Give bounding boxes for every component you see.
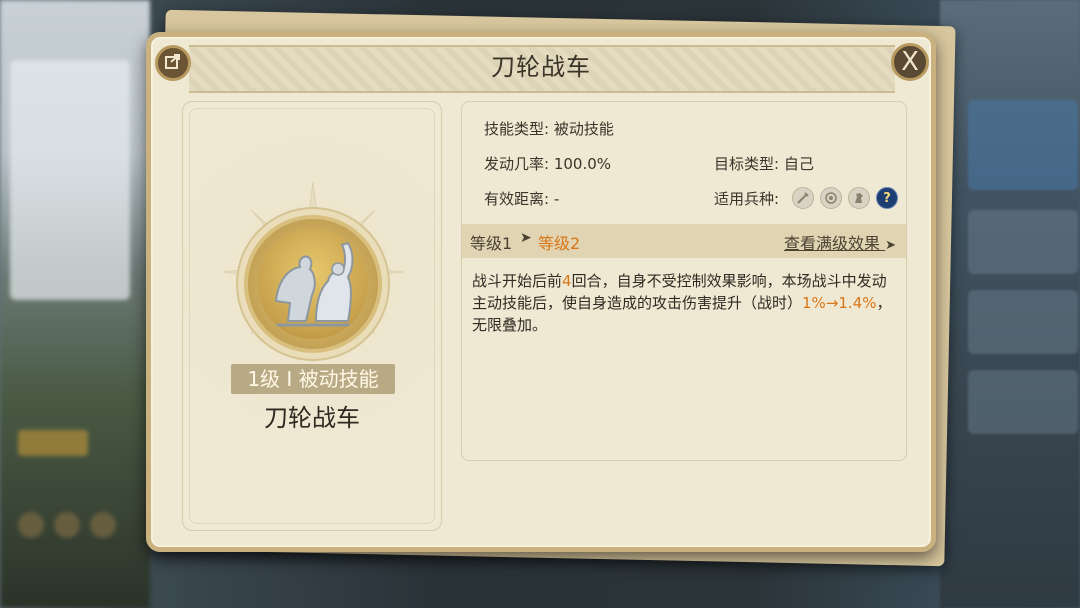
background-right <box>940 0 1080 608</box>
trigger-rate-row: 发动几率: 100.0% <box>484 153 611 174</box>
background-blue-block <box>968 100 1078 190</box>
skill-name: 刀轮战车 <box>264 404 360 432</box>
background-block <box>968 210 1078 274</box>
close-button[interactable]: X <box>891 43 929 81</box>
description-highlight-value: 1%→1.4% <box>802 294 877 312</box>
target-type-label: 目标类型: <box>714 155 780 173</box>
background-block <box>968 370 1078 434</box>
level-arrow-icon: ➤ <box>520 230 532 246</box>
sword-troop-icon[interactable] <box>792 187 814 209</box>
close-icon: X <box>901 47 919 77</box>
view-max-level-label: 查看满级效果 <box>783 234 880 253</box>
unknown-troop-icon[interactable]: ? <box>876 187 898 209</box>
target-type-value: 自己 <box>783 155 814 173</box>
dialog-title: 刀轮战车 <box>491 53 591 81</box>
background-gold-plate <box>18 430 88 456</box>
skill-type-row: 技能类型: 被动技能 <box>484 118 614 139</box>
trigger-rate-value: 100.0% <box>553 155 612 173</box>
skill-description: 战斗开始后前4回合，自身不受控制效果影响，本场战斗中发动主动技能后，使自身造成的… <box>472 270 892 336</box>
view-max-level-link[interactable]: 查看满级效果 ➤ <box>784 230 896 254</box>
target-type-row: 目标类型: 自己 <box>714 153 814 174</box>
background-block <box>968 290 1078 354</box>
background-left <box>0 0 150 608</box>
background-banner <box>10 60 130 300</box>
range-value: - <box>553 190 560 208</box>
skill-type-label: 技能类型: <box>484 120 550 138</box>
troop-types-row: 适用兵种: <box>714 188 779 209</box>
skill-dialog: 刀轮战车 X 1级 I 被动技能 刀轮战车 技能类型: 被动技能 发动几率: 1… <box>146 32 936 552</box>
troop-types-label: 适用兵种: <box>714 190 780 208</box>
chariot-warrior-icon <box>258 229 368 339</box>
level-next[interactable]: 等级2 <box>538 230 580 254</box>
skill-type-value: 被动技能 <box>553 120 614 138</box>
range-row: 有效距离: - <box>484 188 559 209</box>
cavalry-troop-icon[interactable] <box>848 187 870 209</box>
trigger-rate-label: 发动几率: <box>484 155 550 173</box>
range-label: 有效距离: <box>484 190 550 208</box>
description-highlight-rounds: 4 <box>562 272 572 290</box>
skill-level-type-badge: 1级 I 被动技能 <box>231 364 395 394</box>
view-max-arrow-icon: ➤ <box>885 238 896 253</box>
level-bar: 等级1 ➤ 等级2 查看满级效果 ➤ <box>462 224 906 258</box>
archer-troop-icon[interactable] <box>820 187 842 209</box>
level-current[interactable]: 等级1 <box>470 230 512 254</box>
troop-icons: ? <box>792 187 898 209</box>
skill-card: 1级 I 被动技能 刀轮战车 <box>182 101 442 531</box>
skill-info-card: 技能类型: 被动技能 发动几率: 100.0% 目标类型: 自己 有效距离: -… <box>461 101 907 461</box>
share-icon <box>164 52 182 74</box>
description-text: 战斗开始后前 <box>472 272 563 290</box>
share-button[interactable] <box>155 45 191 81</box>
skill-medal <box>244 215 382 353</box>
